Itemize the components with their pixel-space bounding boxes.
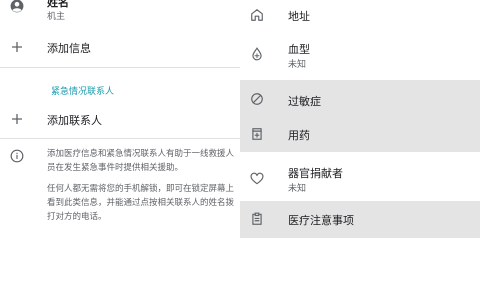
medical-item-address[interactable]: 地址 [240, 0, 480, 30]
right-pane: 地址 血型 未知 过敏症 用药 器官捐献者 未知 医疗注意事项 [240, 0, 480, 300]
medical-item-value: 未知 [288, 60, 307, 70]
medical-item-label: 用药 [288, 129, 310, 142]
owner-subtitle: 机主 [47, 12, 66, 22]
divider [0, 138, 240, 139]
home-icon [251, 9, 263, 21]
medical-item-allergies[interactable]: 过敏症 [240, 80, 480, 118]
info-paragraph: 添加医疗信息和紧急情况联系人有助于一线救援人员在发生紧急事件时提供相关援助。 [47, 149, 235, 173]
divider [0, 67, 240, 68]
emergency-contacts-section-title: 紧急情况联系人 [51, 87, 115, 97]
add-icon [12, 114, 22, 124]
block-icon [251, 93, 263, 105]
medical-item-label: 地址 [288, 10, 310, 23]
clipboard-icon [252, 212, 262, 225]
heart-icon [250, 172, 264, 185]
owner-profile[interactable]: 姓名 机主 [0, 0, 240, 28]
account-circle-icon [10, 0, 24, 13]
medication-icon [252, 128, 262, 140]
medical-item-organ-donor[interactable]: 器官捐献者 未知 [240, 160, 480, 198]
medical-item-medications[interactable]: 用药 [240, 118, 480, 152]
add-info-button[interactable]: 添加信息 [0, 34, 240, 60]
blood-drop-icon [252, 47, 262, 61]
medical-item-label: 器官捐献者 [288, 167, 343, 180]
add-contact-label: 添加联系人 [47, 114, 102, 127]
add-icon [12, 42, 22, 52]
medical-item-medical-notes[interactable]: 医疗注意事项 [240, 201, 480, 238]
left-pane: 姓名 机主 添加信息 紧急情况联系人 添加联系人 添加医疗信息和紧急情况联系人有… [0, 0, 240, 300]
info-paragraph: 任何人都无需将您的手机解锁，即可在锁定屏幕上看到此类信息，并能通过点按相关联系人… [47, 184, 235, 222]
medical-item-label: 医疗注意事项 [288, 214, 354, 227]
medical-item-blood-type[interactable]: 血型 未知 [240, 35, 480, 73]
medical-item-label: 过敏症 [288, 95, 321, 108]
medical-item-label: 血型 [288, 43, 310, 56]
add-info-label: 添加信息 [47, 42, 91, 55]
medical-item-value: 未知 [288, 184, 307, 194]
info-icon [10, 149, 24, 163]
add-contact-button[interactable]: 添加联系人 [0, 106, 240, 132]
